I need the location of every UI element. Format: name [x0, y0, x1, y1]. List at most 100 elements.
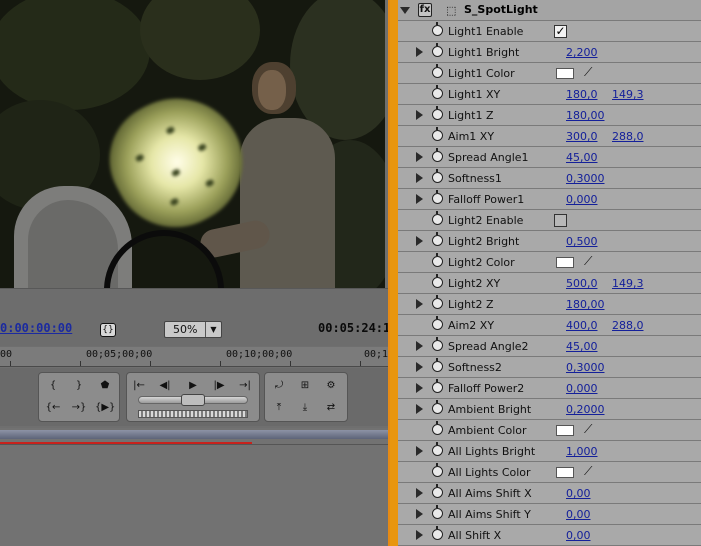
trim-icon[interactable]: ⇄	[321, 399, 341, 417]
go-to-out-icon[interactable]: →}	[69, 399, 89, 417]
stopwatch-icon[interactable]	[432, 253, 443, 267]
param-value[interactable]: 45,00	[566, 151, 598, 164]
param-value[interactable]: 180,00	[566, 109, 605, 122]
param-value[interactable]: 0,2000	[566, 403, 605, 416]
color-swatch[interactable]	[556, 257, 574, 268]
lift-icon[interactable]: ⤒	[269, 399, 289, 417]
color-swatch[interactable]	[556, 425, 574, 436]
stopwatch-icon[interactable]	[432, 337, 443, 351]
time-ruler[interactable]: 00 00;05;00;00 00;10;00;00 00;1	[0, 347, 390, 367]
stopwatch-icon[interactable]	[432, 421, 443, 435]
twirl-right-icon[interactable]	[416, 299, 423, 309]
stopwatch-icon[interactable]	[432, 127, 443, 141]
param-value[interactable]: 0,3000	[566, 172, 605, 185]
mark-out-icon[interactable]: }	[69, 377, 89, 395]
stopwatch-icon[interactable]	[432, 484, 443, 498]
param-value[interactable]: 0,3000	[566, 361, 605, 374]
mark-in-icon[interactable]: {	[43, 377, 63, 395]
jog-wheel[interactable]	[138, 410, 248, 418]
param-value[interactable]: 0,000	[566, 193, 598, 206]
marker-icon[interactable]: ⬟	[95, 377, 115, 395]
twirl-right-icon[interactable]	[416, 47, 423, 57]
stopwatch-icon[interactable]	[432, 505, 443, 519]
param-value[interactable]: 0,000	[566, 382, 598, 395]
fx-toggle-icon[interactable]: fx	[418, 3, 432, 17]
param-value-y[interactable]: 288,0	[612, 130, 644, 143]
eyedropper-icon[interactable]: ⟋	[584, 422, 592, 437]
param-value-y[interactable]: 149,3	[612, 88, 644, 101]
output-icon[interactable]: ⚙	[321, 377, 341, 395]
loop-icon[interactable]: ⤾	[269, 377, 289, 395]
param-value[interactable]: 2,200	[566, 46, 598, 59]
shuttle-handle[interactable]	[181, 394, 205, 406]
stopwatch-icon[interactable]	[432, 358, 443, 372]
step-forward-icon[interactable]: →|	[235, 377, 255, 395]
video-preview[interactable]	[0, 0, 385, 288]
color-swatch[interactable]	[556, 68, 574, 79]
param-value-x[interactable]: 500,0	[566, 277, 598, 290]
param-value-x[interactable]: 180,0	[566, 88, 598, 101]
twirl-right-icon[interactable]	[416, 446, 423, 456]
param-value[interactable]: 0,00	[566, 487, 591, 500]
effect-header[interactable]: fx ⬚ S_SpotLight	[398, 0, 701, 21]
eyedropper-icon[interactable]: ⟋	[584, 254, 592, 269]
enable-checkbox[interactable]: ✓	[554, 25, 567, 38]
play-icon[interactable]: ▶	[183, 377, 203, 395]
stopwatch-icon[interactable]	[432, 526, 443, 540]
stopwatch-icon[interactable]	[432, 274, 443, 288]
twirl-right-icon[interactable]	[416, 488, 423, 498]
twirl-right-icon[interactable]	[416, 362, 423, 372]
play-in-to-out-icon[interactable]: {▶}	[95, 399, 115, 417]
twirl-right-icon[interactable]	[416, 110, 423, 120]
param-value[interactable]: 45,00	[566, 340, 598, 353]
stopwatch-icon[interactable]	[432, 190, 443, 204]
timeline-track-area[interactable]	[0, 428, 390, 546]
safe-margins-icon[interactable]: ⊞	[295, 377, 315, 395]
stopwatch-icon[interactable]	[432, 64, 443, 78]
param-value[interactable]: 1,000	[566, 445, 598, 458]
twirl-right-icon[interactable]	[416, 383, 423, 393]
color-swatch[interactable]	[556, 467, 574, 478]
param-value-y[interactable]: 288,0	[612, 319, 644, 332]
twirl-down-icon[interactable]	[400, 7, 410, 14]
param-value[interactable]: 180,00	[566, 298, 605, 311]
step-back-frame-icon[interactable]: ◀|	[155, 377, 175, 395]
stopwatch-icon[interactable]	[432, 463, 443, 477]
stopwatch-icon[interactable]	[432, 22, 443, 36]
twirl-right-icon[interactable]	[416, 509, 423, 519]
twirl-right-icon[interactable]	[416, 530, 423, 540]
param-value[interactable]: 0,00	[566, 529, 591, 542]
stopwatch-icon[interactable]	[432, 43, 443, 57]
param-value[interactable]: 0,500	[566, 235, 598, 248]
work-area-bar[interactable]	[0, 430, 390, 439]
step-back-icon[interactable]: |←	[129, 377, 149, 395]
param-value-y[interactable]: 149,3	[612, 277, 644, 290]
marker-icon[interactable]: {}	[100, 323, 116, 337]
twirl-right-icon[interactable]	[416, 173, 423, 183]
eyedropper-icon[interactable]: ⟋	[584, 464, 592, 479]
stopwatch-icon[interactable]	[432, 400, 443, 414]
twirl-right-icon[interactable]	[416, 236, 423, 246]
param-value-x[interactable]: 400,0	[566, 319, 598, 332]
stopwatch-icon[interactable]	[432, 442, 443, 456]
eyedropper-icon[interactable]: ⟋	[584, 65, 592, 80]
param-value-x[interactable]: 300,0	[566, 130, 598, 143]
step-forward-frame-icon[interactable]: |▶	[209, 377, 229, 395]
stopwatch-icon[interactable]	[432, 232, 443, 246]
zoom-level-select[interactable]: 50% ▼	[164, 321, 222, 338]
go-to-in-icon[interactable]: {←	[43, 399, 63, 417]
enable-checkbox[interactable]	[554, 214, 567, 227]
param-value[interactable]: 0,00	[566, 508, 591, 521]
current-time-display[interactable]: 0:00:00:00	[0, 321, 72, 335]
stopwatch-icon[interactable]	[432, 211, 443, 225]
extract-icon[interactable]: ⤓	[295, 399, 315, 417]
twirl-right-icon[interactable]	[416, 404, 423, 414]
twirl-right-icon[interactable]	[416, 152, 423, 162]
stopwatch-icon[interactable]	[432, 295, 443, 309]
twirl-right-icon[interactable]	[416, 341, 423, 351]
stopwatch-icon[interactable]	[432, 148, 443, 162]
stopwatch-icon[interactable]	[432, 316, 443, 330]
stopwatch-icon[interactable]	[432, 85, 443, 99]
stopwatch-icon[interactable]	[432, 379, 443, 393]
twirl-right-icon[interactable]	[416, 194, 423, 204]
